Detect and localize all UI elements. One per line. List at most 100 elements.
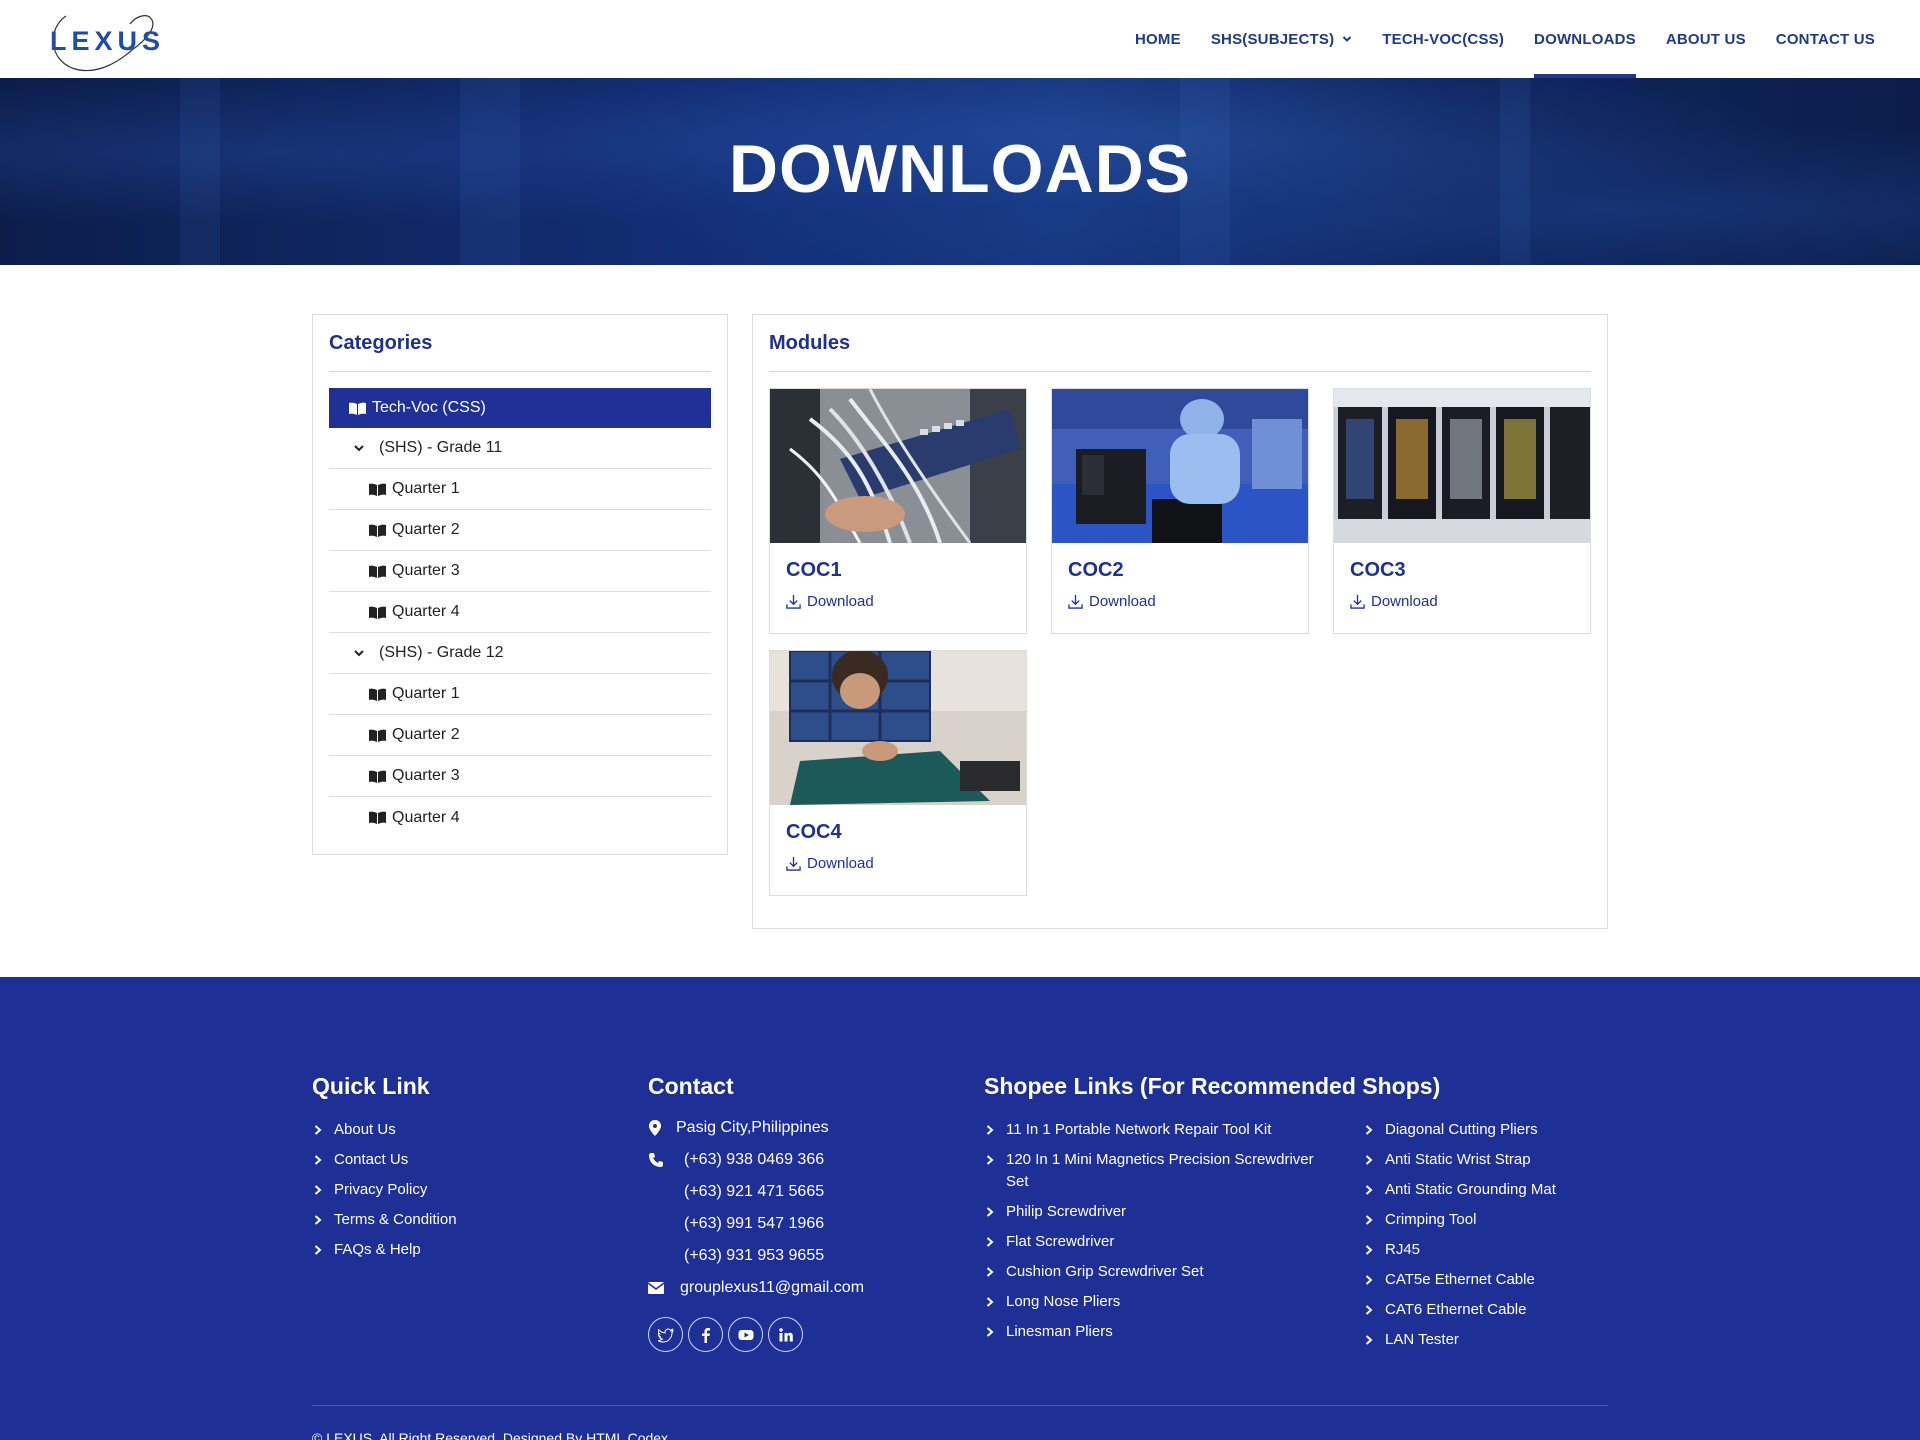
shopee-link[interactable]: CAT5e Ethernet Cable	[1363, 1269, 1535, 1291]
book-icon	[369, 606, 386, 619]
contact-phone: (+63) 931 953 9655	[684, 1247, 824, 1265]
phone-text: (+63) 938 0469 366	[684, 1151, 825, 1168]
main-nav: HOME SHS(SUBJECTS) TECH-VOC(CSS) DOWNLOA…	[1120, 0, 1890, 78]
category-tech-voc[interactable]: Tech-Voc (CSS)	[329, 388, 711, 428]
chevron-down-icon	[1343, 36, 1352, 42]
download-label: Download	[1089, 593, 1156, 610]
nav-contact-label: CONTACT US	[1775, 30, 1875, 48]
download-link[interactable]: Download	[1068, 593, 1156, 610]
shopee-link[interactable]: CAT6 Ethernet Cable	[1363, 1299, 1526, 1321]
twitter-button[interactable]	[648, 1317, 683, 1352]
module-image-network-switch	[770, 389, 1026, 543]
category-tech-voc-label: Tech-Voc (CSS)	[372, 399, 486, 416]
link-label: Crimping Tool	[1385, 1211, 1477, 1228]
footer: Quick Link Contact Shopee Links (For Rec…	[0, 977, 1920, 1440]
category-grade-12[interactable]: (SHS) - Grade 12	[329, 633, 711, 674]
download-link[interactable]: Download	[786, 593, 874, 610]
chevron-right-icon	[314, 1185, 322, 1195]
youtube-button[interactable]	[728, 1317, 763, 1352]
nav-tech-voc[interactable]: TECH-VOC(CSS)	[1367, 0, 1519, 78]
download-icon	[1350, 594, 1365, 609]
linkedin-button[interactable]	[768, 1317, 803, 1352]
category-grade-11[interactable]: (SHS) - Grade 11	[329, 428, 711, 469]
category-g11-quarter-2[interactable]: Quarter 2	[329, 510, 711, 551]
facebook-button[interactable]	[688, 1317, 723, 1352]
module-title: COC2	[1068, 559, 1124, 581]
book-icon	[349, 402, 366, 415]
module-card-coc4[interactable]: COC4 Download	[769, 650, 1027, 896]
module-card-coc2[interactable]: COC2 Download	[1051, 388, 1309, 634]
link-label: LAN Tester	[1385, 1331, 1459, 1348]
chevron-right-icon	[314, 1155, 322, 1165]
contact-email[interactable]: grouplexus11@gmail.com	[648, 1279, 864, 1297]
link-label: Anti Static Grounding Mat	[1385, 1181, 1556, 1198]
nav-shs-label: SHS(SUBJECTS)	[1210, 30, 1335, 48]
nav-about-us[interactable]: ABOUT US	[1651, 0, 1761, 78]
chevron-right-icon	[1365, 1125, 1373, 1135]
divider	[769, 371, 1591, 372]
chevron-right-icon	[986, 1155, 994, 1165]
category-g11-quarter-1[interactable]: Quarter 1	[329, 469, 711, 510]
map-marker-icon	[649, 1120, 661, 1136]
shopee-link[interactable]: Philip Screwdriver	[984, 1201, 1324, 1223]
shopee-link[interactable]: RJ45	[1363, 1239, 1420, 1261]
shopee-link[interactable]: 11 In 1 Portable Network Repair Tool Kit	[984, 1119, 1324, 1141]
shopee-link[interactable]: Long Nose Pliers	[984, 1291, 1324, 1313]
page-title: DOWNLOADS	[728, 131, 1192, 207]
shopee-links-heading: Shopee Links (For Recommended Shops)	[984, 1073, 1441, 1099]
phone-icon	[649, 1153, 663, 1167]
footer-link-privacy-policy[interactable]: Privacy Policy	[312, 1179, 427, 1201]
category-g12-quarter-4[interactable]: Quarter 4	[329, 797, 711, 838]
chevron-right-icon	[1365, 1245, 1373, 1255]
link-label: 11 In 1 Portable Network Repair Tool Kit	[1006, 1121, 1272, 1138]
shopee-link[interactable]: 120 In 1 Mini Magnetics Precision Screwd…	[984, 1149, 1324, 1193]
footer-link-terms[interactable]: Terms & Condition	[312, 1209, 457, 1231]
nav-downloads[interactable]: DOWNLOADS	[1519, 0, 1651, 78]
shopee-link[interactable]: Crimping Tool	[1363, 1209, 1476, 1231]
chevron-down-icon	[354, 650, 364, 657]
category-g12-quarter-2[interactable]: Quarter 2	[329, 715, 711, 756]
category-g11-quarter-4[interactable]: Quarter 4	[329, 592, 711, 633]
link-label: About Us	[334, 1121, 396, 1138]
module-card-coc3[interactable]: COC3 Download	[1333, 388, 1591, 634]
chevron-right-icon	[1365, 1185, 1373, 1195]
footer-link-faqs[interactable]: FAQs & Help	[312, 1239, 421, 1261]
link-label: Contact Us	[334, 1151, 409, 1168]
shopee-link[interactable]: LAN Tester	[1363, 1329, 1459, 1351]
nav-shs-subjects[interactable]: SHS(SUBJECTS)	[1196, 0, 1367, 78]
shopee-link[interactable]: Flat Screwdriver	[984, 1231, 1324, 1253]
download-link[interactable]: Download	[1350, 593, 1438, 610]
module-title: COC3	[1350, 559, 1406, 581]
book-icon	[369, 524, 386, 537]
shopee-link[interactable]: Cushion Grip Screwdriver Set	[984, 1261, 1324, 1283]
download-icon	[786, 856, 801, 871]
download-link[interactable]: Download	[786, 855, 874, 872]
quarter-label: Quarter 1	[392, 480, 460, 497]
chevron-right-icon	[986, 1125, 994, 1135]
category-g12-quarter-3[interactable]: Quarter 3	[329, 756, 711, 797]
quarter-label: Quarter 3	[392, 767, 460, 784]
lexus-logo[interactable]: LEXUS	[46, 6, 160, 72]
chevron-right-icon	[314, 1215, 322, 1225]
divider	[329, 371, 711, 372]
link-label: Terms & Condition	[334, 1211, 457, 1228]
nav-home[interactable]: HOME	[1120, 0, 1196, 78]
footer-link-contact-us[interactable]: Contact Us	[312, 1149, 408, 1171]
page-header-banner: DOWNLOADS	[0, 78, 1920, 265]
footer-link-about-us[interactable]: About Us	[312, 1119, 396, 1141]
shopee-link[interactable]: Diagonal Cutting Pliers	[1363, 1119, 1538, 1141]
shopee-link[interactable]: Anti Static Grounding Mat	[1363, 1179, 1556, 1201]
phone-text: (+63) 921 471 5665	[684, 1183, 825, 1200]
module-card-coc1[interactable]: COC1 Download	[769, 388, 1027, 634]
module-image-technician-lab	[1052, 389, 1308, 543]
shopee-link[interactable]: Linesman Pliers	[984, 1321, 1324, 1343]
category-g11-quarter-3[interactable]: Quarter 3	[329, 551, 711, 592]
quarter-label: Quarter 4	[392, 603, 460, 620]
book-icon	[369, 483, 386, 496]
category-g12-quarter-1[interactable]: Quarter 1	[329, 674, 711, 715]
nav-downloads-label: DOWNLOADS	[1534, 30, 1636, 48]
module-image-server-racks	[1334, 389, 1590, 543]
shopee-link[interactable]: Anti Static Wrist Strap	[1363, 1149, 1531, 1171]
contact-phone: (+63) 938 0469 366	[648, 1151, 824, 1169]
nav-contact-us[interactable]: CONTACT US	[1761, 0, 1890, 78]
